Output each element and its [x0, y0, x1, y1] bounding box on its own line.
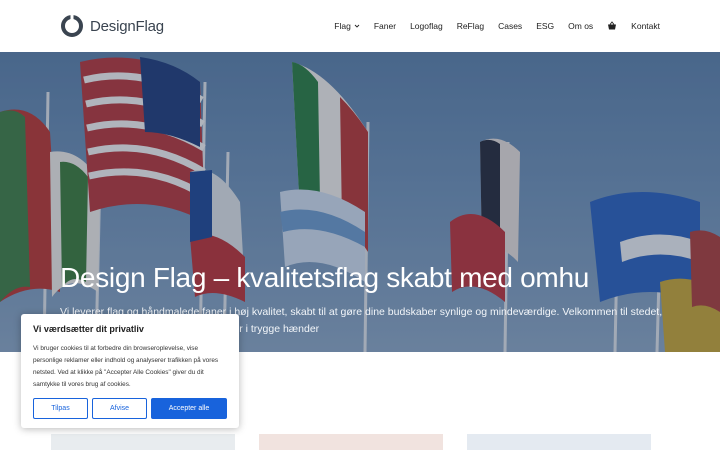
nav-item-om-os[interactable]: Om os [568, 21, 593, 31]
cookie-title: Vi værdsætter dit privatliv [33, 324, 144, 334]
accept-all-button[interactable]: Accepter alle [151, 398, 227, 419]
nav-item-logoflag[interactable]: Logoflag [410, 21, 443, 31]
reject-button[interactable]: Afvise [92, 398, 147, 419]
logo[interactable]: DesignFlag [60, 13, 164, 39]
nav-item-reflag[interactable]: ReFlag [457, 21, 484, 31]
cookie-consent-dialog: Vi værdsætter dit privatliv Vi bruger co… [21, 314, 239, 428]
main-navigation: Flag Faner Logoflag ReFlag Cases ESG Om … [320, 0, 660, 52]
category-card[interactable] [259, 434, 443, 450]
logo-text: DesignFlag [90, 17, 164, 35]
category-card[interactable] [467, 434, 651, 450]
cookie-buttons: Tilpas Afvise Accepter alle [33, 398, 227, 419]
nav-item-esg[interactable]: ESG [536, 21, 554, 31]
site-header: DesignFlag Flag Faner Logoflag ReFlag Ca… [0, 0, 720, 52]
hero-section: Design Flag – kvalitetsflag skabt med om… [0, 52, 720, 352]
nav-item-flag[interactable]: Flag [334, 21, 360, 31]
customize-button[interactable]: Tilpas [33, 398, 88, 419]
nav-item-cases[interactable]: Cases [498, 21, 522, 31]
category-card[interactable] [51, 434, 235, 450]
nav-item-kontakt[interactable]: Kontakt [631, 21, 660, 31]
cookie-description: Vi bruger cookies til at forbedre din br… [33, 345, 219, 388]
hero-title: Design Flag – kvalitetsflag skabt med om… [60, 262, 589, 293]
basket-icon[interactable] [607, 21, 617, 31]
nav-item-faner[interactable]: Faner [374, 21, 396, 31]
designflag-logo-icon [61, 15, 83, 37]
chevron-down-icon [354, 24, 360, 28]
